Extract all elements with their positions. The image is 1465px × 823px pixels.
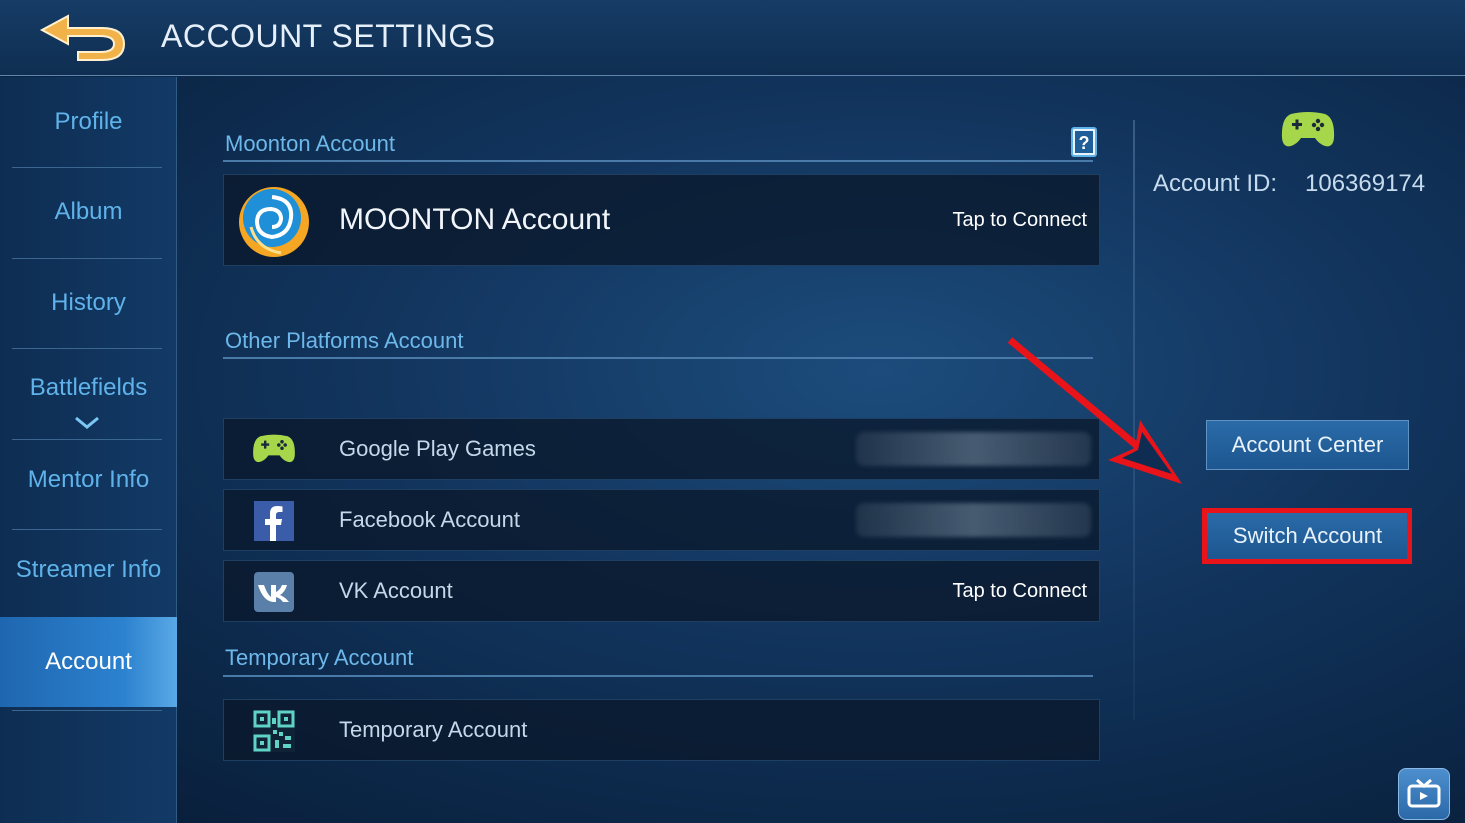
- sidebar-item-profile[interactable]: Profile: [0, 77, 177, 167]
- back-arrow-icon: [39, 14, 126, 61]
- facebook-icon: [254, 501, 294, 541]
- sidebar-item-label: Mentor Info: [27, 466, 150, 493]
- vk-icon: [254, 572, 294, 612]
- sidebar-item-label: Battlefields: [29, 374, 148, 401]
- qr-code-icon: [253, 710, 295, 752]
- moonton-account-label: MOONTON Account: [339, 203, 611, 236]
- blurred-account-name: [856, 503, 1091, 537]
- section-title-other-platforms: Other Platforms Account: [225, 328, 464, 353]
- facebook-account-label: Facebook Account: [339, 507, 521, 532]
- account-id-value: 106369174: [1305, 170, 1426, 197]
- red-arrow-annotation: [1007, 337, 1182, 484]
- tap-to-connect-moonton: Tap to Connect: [952, 209, 1087, 231]
- moonton-logo-icon: [239, 187, 309, 257]
- google-play-games-row[interactable]: Google Play Games: [223, 418, 1100, 480]
- header-bar: ACCOUNT SETTINGS: [0, 0, 1465, 76]
- temporary-account-label: Temporary Account: [339, 717, 528, 742]
- highlight-box: [1202, 508, 1412, 564]
- section-title-moonton: Moonton Account: [225, 131, 396, 156]
- tap-to-connect-vk: Tap to Connect: [952, 580, 1087, 602]
- section-title-temporary: Temporary Account: [225, 645, 414, 670]
- sidebar-item-streamer-info[interactable]: Streamer Info: [0, 525, 177, 615]
- sidebar-item-label: History: [51, 289, 126, 316]
- sidebar-item-label: Account: [45, 648, 132, 675]
- sidebar-item-label: Streamer Info: [15, 556, 162, 583]
- facebook-account-row[interactable]: Facebook Account: [223, 489, 1100, 551]
- sidebar-divider: [12, 710, 162, 711]
- sidebar-item-mentor-info[interactable]: Mentor Info: [0, 435, 177, 525]
- section-divider: [223, 675, 1093, 677]
- sidebar-item-label: Album: [54, 198, 123, 225]
- account-center-button[interactable]: Account Center: [1206, 420, 1409, 470]
- svg-text:?: ?: [1079, 133, 1090, 153]
- page-title: ACCOUNT SETTINGS: [161, 18, 496, 54]
- gamepad-icon: [253, 434, 295, 463]
- replay-tv-button[interactable]: [1398, 768, 1450, 820]
- chevron-down-icon[interactable]: [74, 416, 100, 430]
- moonton-account-row[interactable]: MOONTON Account Tap to Connect: [223, 174, 1100, 266]
- temporary-account-row[interactable]: Temporary Account: [223, 699, 1100, 761]
- account-id-label: Account ID:: [1153, 170, 1278, 197]
- vk-account-label: VK Account: [339, 578, 453, 603]
- sidebar: Profile Album History Battlefields Mento…: [0, 77, 177, 823]
- vk-account-row[interactable]: VK Account Tap to Connect: [223, 560, 1100, 622]
- back-button[interactable]: [38, 10, 128, 62]
- gamepad-icon: [1281, 112, 1335, 147]
- tv-icon: [1407, 778, 1441, 808]
- help-icon[interactable]: ?: [1071, 127, 1097, 157]
- sidebar-item-history[interactable]: History: [0, 258, 177, 348]
- sidebar-item-album[interactable]: Album: [0, 167, 177, 257]
- google-play-games-label: Google Play Games: [339, 436, 536, 461]
- sidebar-item-account[interactable]: Account: [0, 617, 177, 707]
- sidebar-item-label: Profile: [54, 108, 123, 135]
- section-divider: [223, 160, 1093, 162]
- section-divider: [223, 357, 1093, 359]
